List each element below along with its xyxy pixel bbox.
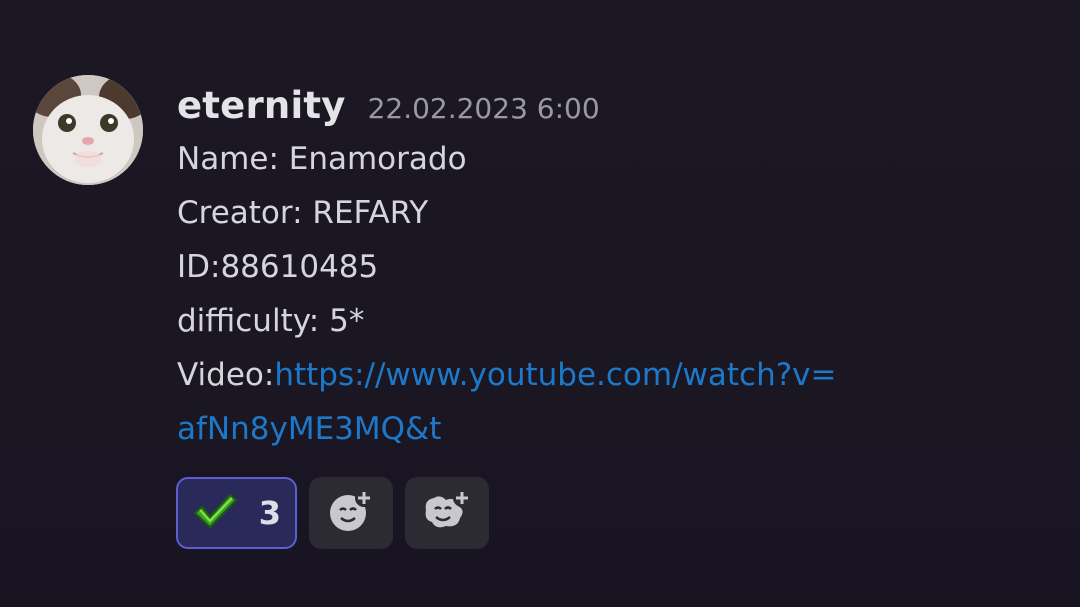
video-line: Video:https://www.youtube.com/watch?v=: [177, 348, 1037, 402]
cat-avatar-image: [33, 75, 143, 185]
avatar[interactable]: [33, 75, 143, 185]
video-link[interactable]: https://www.youtube.com/watch?v=: [274, 357, 836, 393]
video-label: Video:: [177, 357, 275, 393]
add-super-reaction-icon: [422, 488, 472, 538]
message-content: eternity 22.02.2023 6:00 Name: Enamorado…: [177, 84, 1037, 456]
timestamp: 22.02.2023 6:00: [367, 92, 600, 125]
difficulty-line: difficulty: 5*: [177, 303, 365, 339]
reactions-bar: 3: [176, 477, 489, 549]
add-reaction-icon: [328, 488, 374, 538]
check-mark-icon: [192, 491, 238, 535]
chat-message: eternity 22.02.2023 6:00 Name: Enamorado…: [0, 0, 1080, 607]
message-header: eternity 22.02.2023 6:00: [177, 84, 1037, 132]
name-line: Name: Enamorado: [177, 141, 467, 177]
add-reaction-button[interactable]: [309, 477, 393, 549]
creator-line: Creator: REFARY: [177, 195, 429, 231]
reaction-check[interactable]: 3: [176, 477, 297, 549]
id-line: ID:88610485: [177, 249, 379, 285]
reaction-count: 3: [258, 494, 281, 532]
username[interactable]: eternity: [177, 84, 346, 127]
add-super-reaction-button[interactable]: [405, 477, 489, 549]
video-link-continued[interactable]: afNn8yME3MQ&t: [177, 402, 1037, 456]
